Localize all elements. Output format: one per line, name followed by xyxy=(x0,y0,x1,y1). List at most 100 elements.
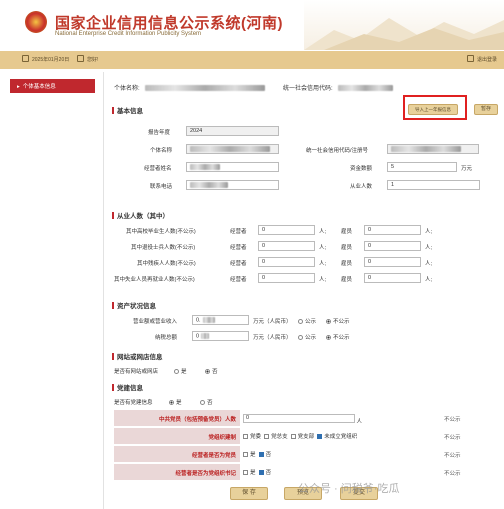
employment-operator-input[interactable]: 0 xyxy=(258,241,315,251)
phone-field[interactable] xyxy=(186,180,279,190)
entity-name-row: 个体名称: xyxy=(114,83,266,92)
temp-save-button[interactable]: 暂存 xyxy=(474,104,498,115)
capital-field[interactable]: 5 xyxy=(387,162,457,172)
watermark: 公众号 · 问税爷·吃瓜 xyxy=(298,483,400,495)
website-question: 是否有网站或网店 xyxy=(114,369,159,375)
members-unit: 人 xyxy=(356,419,363,425)
operator-label: 经营者姓名 xyxy=(144,166,172,172)
employment-employee-input[interactable]: 0 xyxy=(364,225,421,235)
caret-right-icon: ▸ xyxy=(17,84,20,90)
employment-employee-input[interactable]: 0 xyxy=(364,241,421,251)
redacted-name-field xyxy=(190,146,270,152)
employment-operator-input[interactable]: 0 xyxy=(258,273,315,283)
operator-field[interactable] xyxy=(186,162,279,172)
status-bar: 2025年01月20日 您好! 退出登录 xyxy=(0,51,504,69)
website-no-radio[interactable]: 否 xyxy=(205,367,218,375)
revenue-not-public-radio[interactable]: 不公示 xyxy=(326,317,350,325)
tax-field[interactable]: 0 xyxy=(192,331,249,341)
revenue-unit: 万元（人民币） xyxy=(253,319,292,325)
tax-public-radio[interactable]: 公示 xyxy=(298,333,316,341)
operator-col-label: 经营者 xyxy=(230,229,247,235)
table-row: 经营者是否为党组织书记 是 否 不公示 xyxy=(114,464,498,480)
employment-operator-input[interactable]: 0 xyxy=(258,225,315,235)
op-member-no-checkbox[interactable]: 否 xyxy=(258,452,271,458)
party-yes-radio[interactable]: 是 xyxy=(169,398,182,406)
year-label: 报告年度 xyxy=(148,130,171,136)
operator-col-label: 经营者 xyxy=(230,245,247,251)
table-row: 经营者是否为党员 是 否 不公示 xyxy=(114,446,498,462)
table-row: 党组织建制 党委 党总支 党支部 未成立党组织 不公示 xyxy=(114,428,498,444)
revenue-field[interactable]: 0. xyxy=(192,315,249,325)
unit-label: 人; xyxy=(425,229,433,235)
unit-label: 人; xyxy=(319,245,327,251)
logout-link[interactable]: 退出登录 xyxy=(466,55,497,63)
op-member-label: 经营者是否为党员 xyxy=(114,446,240,462)
staff-field[interactable]: 1 xyxy=(387,180,480,190)
tax-unit: 万元（人民币） xyxy=(253,335,292,341)
revenue-public-radio[interactable]: 公示 xyxy=(298,317,316,325)
save-button[interactable]: 保 存 xyxy=(230,487,268,500)
op-secretary-label: 经营者是否为党组织书记 xyxy=(114,464,240,480)
calendar-icon xyxy=(22,55,29,62)
logout-icon xyxy=(466,55,474,62)
capital-unit: 万元 xyxy=(461,166,473,172)
org-option-none[interactable]: 未成立党组织 xyxy=(317,434,357,440)
redacted-revenue xyxy=(202,317,215,323)
redacted-code xyxy=(338,85,394,92)
employee-col-label: 雇员 xyxy=(341,261,353,267)
employee-col-label: 雇员 xyxy=(341,245,353,251)
op-member-yes-checkbox[interactable]: 是 xyxy=(243,452,256,458)
user-greeting: 您好! xyxy=(77,55,98,63)
user-icon xyxy=(77,55,84,62)
org-publicity: 不公示 xyxy=(440,428,498,444)
unit-label: 人; xyxy=(319,277,327,283)
op-secretary-no-checkbox[interactable]: 否 xyxy=(258,470,271,476)
website-yes-radio[interactable]: 是 xyxy=(174,367,187,375)
employment-operator-input[interactable]: 0 xyxy=(258,257,315,267)
employment-row-label: 其中退役士兵人数(不公示) xyxy=(131,245,196,251)
header-decoration xyxy=(304,0,504,50)
name-field[interactable] xyxy=(186,144,279,154)
phone-label: 联系电话 xyxy=(150,184,173,190)
date-display: 2025年01月20日 xyxy=(22,55,69,63)
org-option-branch[interactable]: 党支部 xyxy=(290,434,314,440)
unit-label: 人; xyxy=(425,245,433,251)
members-field[interactable]: 0 xyxy=(243,414,355,423)
section-employment: 从业人数（其中） xyxy=(112,210,169,220)
employment-row-label: 其中残疾人人数(不公示) xyxy=(137,261,196,267)
national-emblem-icon xyxy=(25,11,47,33)
table-row: 中共党员（包括预备党员）人数 0 人 不公示 xyxy=(114,410,498,426)
year-field[interactable]: 2024 xyxy=(186,126,279,136)
redacted-phone xyxy=(190,182,228,188)
site-header: 国家企业信用信息公示系统(河南) National Enterprise Cre… xyxy=(0,0,504,50)
redacted-code-field xyxy=(391,146,461,152)
sidebar-item-basic-info[interactable]: ▸ 个体基本信息 xyxy=(10,79,95,93)
tax-not-public-radio[interactable]: 不公示 xyxy=(326,333,350,341)
employment-employee-input[interactable]: 0 xyxy=(364,257,421,267)
code-label: 统一社会信用代码/注册号 xyxy=(306,148,369,154)
party-no-radio[interactable]: 否 xyxy=(200,398,213,406)
unit-label: 人; xyxy=(425,277,433,283)
site-title: 国家企业信用信息公示系统(河南) xyxy=(55,15,283,32)
employment-employee-input[interactable]: 0 xyxy=(364,273,421,283)
entity-code-row: 统一社会信用代码: xyxy=(283,83,394,92)
revenue-label: 营业额或营业收入 xyxy=(133,319,178,325)
unit-label: 人; xyxy=(425,261,433,267)
members-label: 中共党员（包括预备党员）人数 xyxy=(114,410,240,426)
staff-label: 从业人数 xyxy=(350,184,373,190)
op-secretary-publicity: 不公示 xyxy=(440,464,498,480)
redacted-operator xyxy=(190,164,220,170)
party-question: 是否有党建信息 xyxy=(114,400,153,406)
code-field[interactable] xyxy=(387,144,479,154)
org-option-party-committee[interactable]: 党委 xyxy=(243,434,261,440)
org-option-general-branch[interactable]: 党总支 xyxy=(264,434,288,440)
section-assets: 资产状况信息 xyxy=(112,300,156,310)
site-subtitle: National Enterprise Credit Information P… xyxy=(55,31,202,37)
section-basic-info: 基本信息 xyxy=(112,105,143,115)
redacted-name xyxy=(145,85,266,92)
capital-label: 资金数额 xyxy=(350,166,373,172)
name-label: 个体名称 xyxy=(150,148,173,154)
employment-row-label: 其中高校毕业生人数(不公示) xyxy=(126,229,196,235)
employee-col-label: 雇员 xyxy=(341,277,353,283)
op-secretary-yes-checkbox[interactable]: 是 xyxy=(243,470,256,476)
